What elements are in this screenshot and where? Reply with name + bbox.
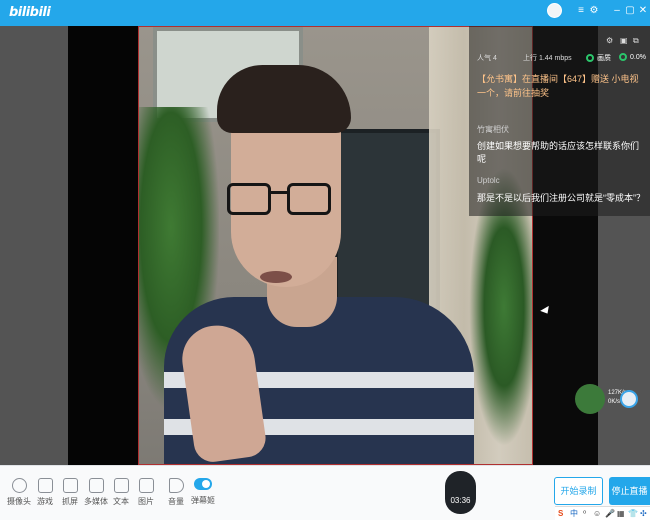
keyboard-icon[interactable]: ▦ [617, 509, 625, 519]
stage-margin-left [0, 26, 68, 465]
tool-camera[interactable]: 摄像头 [6, 478, 32, 507]
upload-speed: 上行 1.44 mbps [523, 55, 572, 62]
text-icon [113, 478, 129, 493]
user-avatar[interactable] [547, 3, 562, 18]
glasses-bridge [271, 191, 287, 194]
chat-username: Uptolc [477, 176, 500, 185]
danmaku-toggle-icon[interactable] [194, 478, 212, 490]
tool-media[interactable]: 多媒体 [83, 478, 109, 507]
glasses-left-lens [227, 183, 271, 215]
tool-text[interactable]: 文本 [108, 478, 134, 507]
letterbox-left [68, 26, 138, 465]
volume-icon [168, 478, 184, 493]
image-icon [138, 478, 154, 493]
stop-live-button[interactable]: 停止直播 [609, 477, 650, 505]
media-icon [88, 478, 104, 493]
chat-username: 竹寓相伏 [477, 125, 509, 134]
close-icon[interactable]: ✕ [637, 5, 649, 17]
tool-game[interactable]: 游戏 [32, 478, 58, 507]
widget-ring-icon [620, 390, 638, 408]
background-monitor [334, 129, 440, 311]
maximize-icon[interactable]: ▢ [624, 5, 636, 17]
pin-icon[interactable]: ⚙ [606, 36, 613, 45]
popularity-count: 人气 4 [477, 55, 497, 62]
tool-label: 摄像头 [7, 497, 31, 506]
quality-indicator: 画质 [586, 53, 611, 63]
microphone-icon[interactable]: 🎤 [605, 509, 615, 519]
start-recording-button[interactable]: 开始录制 [554, 477, 603, 505]
danmaku-chat-panel: ⚙ ▣ ⧉ 人气 4 上行 1.44 mbps 画质 0.0% 【允书寓】在直播… [469, 26, 650, 216]
live-timer: 03:36 [445, 471, 476, 514]
menu-icon[interactable]: ≡ [575, 5, 587, 17]
download-rate: 0K/s [608, 399, 621, 405]
title-bar: bilibili ≡ ⚙ – ▢ ✕ [0, 0, 650, 26]
skin-icon[interactable]: 👕 [628, 509, 638, 519]
settings-icon[interactable]: ⚙ [588, 5, 600, 17]
tool-label: 多媒体 [84, 497, 108, 506]
tool-screen-capture[interactable]: 抓屏 [57, 478, 83, 507]
loss-indicator: 0.0% [619, 53, 646, 61]
tool-label: 抓屏 [62, 497, 78, 506]
popout-icon[interactable]: ⧉ [633, 36, 639, 46]
tool-label: 弹幕姬 [191, 496, 215, 505]
tool-volume[interactable]: 音量 [163, 478, 189, 507]
bilibili-logo: bilibili [9, 5, 51, 20]
quality-label: 画质 [597, 55, 611, 62]
bottom-toolbar: 摄像头 游戏 抓屏 多媒体 文本 图片 音量 弹幕姬 03:36 开始录制 停止… [0, 465, 650, 520]
tool-label: 文本 [113, 497, 129, 506]
gamepad-icon [37, 478, 53, 493]
chat-message: 那是不是以后我们注册公司就是“零成本”？ [477, 193, 645, 203]
glasses-right-lens [287, 183, 331, 215]
punctuation-icon[interactable]: ⁰ [583, 509, 586, 519]
screen-capture-icon [62, 478, 78, 493]
camera-icon [11, 478, 27, 493]
tool-label: 游戏 [37, 497, 53, 506]
tool-image[interactable]: 图片 [133, 478, 159, 507]
widget-circle [575, 384, 605, 414]
tool-label: 图片 [138, 497, 154, 506]
person-mouth [260, 271, 292, 283]
preview-stage: ⚙ ▣ ⧉ 人气 4 上行 1.44 mbps 画质 0.0% 【允书寓】在直播… [0, 26, 650, 465]
network-speed-widget[interactable]: 127K/s 0K/s [575, 384, 638, 414]
emoji-icon[interactable]: ☺ [593, 509, 601, 519]
ime-chinese-icon[interactable]: 中 [570, 509, 578, 519]
minimize-icon[interactable]: – [611, 5, 623, 17]
tool-label: 音量 [168, 497, 184, 506]
loss-label: 0.0% [630, 53, 646, 61]
system-tray: S 中 ⁰ ☺ 🎤 ▦ 👕 ✣ [555, 506, 650, 520]
quality-dot-icon [586, 54, 594, 63]
gift-message: 【允书寓】在直播间【647】赠送 小电视一个，请前往抽奖 [477, 74, 639, 98]
loss-dot-icon [619, 53, 627, 61]
sogou-icon[interactable]: S [558, 509, 563, 519]
lock-icon[interactable]: ▣ [620, 36, 628, 45]
tool-danmaku[interactable]: 弹幕姬 [190, 478, 216, 506]
tools-icon[interactable]: ✣ [640, 509, 647, 519]
chat-message: 创建如果想要帮助的话应该怎样联系你们呢 [477, 141, 640, 164]
